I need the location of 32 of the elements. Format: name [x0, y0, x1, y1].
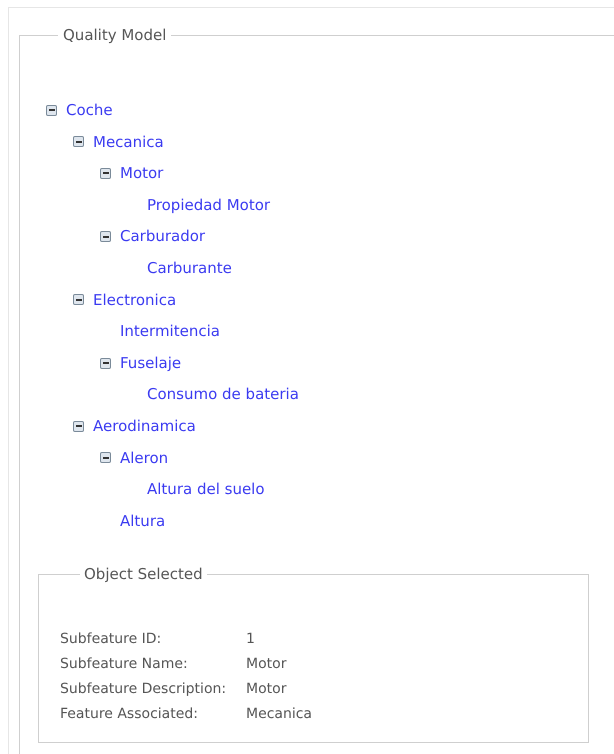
field-value: Motor — [246, 655, 286, 674]
field-label: Subfeature Name: — [60, 655, 189, 674]
field-label: Feature Associated: — [60, 705, 199, 724]
tree-item[interactable]: Coche — [66, 99, 113, 122]
collapse-icon[interactable] — [46, 104, 57, 116]
tree-item[interactable]: Consumo de bateria — [147, 383, 299, 406]
field-label: Subfeature ID: — [60, 630, 162, 650]
collapse-icon[interactable] — [73, 294, 84, 306]
field-value: Motor — [246, 680, 286, 700]
tree-item[interactable]: Aleron — [120, 446, 168, 470]
field-value: 1 — [246, 630, 255, 650]
tree-item[interactable]: Intermitencia — [120, 320, 220, 343]
tree-item[interactable]: Carburador — [120, 225, 206, 248]
collapse-icon[interactable] — [100, 168, 111, 179]
tree-item[interactable]: Altura del suelo — [147, 478, 265, 501]
collapse-icon[interactable] — [100, 358, 111, 369]
tree-item[interactable]: Propiedad Motor — [147, 194, 270, 216]
tree-item[interactable]: Electronica — [93, 288, 176, 312]
tree-item[interactable]: Altura — [120, 510, 166, 532]
panel-title: Quality Model — [62, 25, 168, 46]
field-label: Subfeature Description: — [60, 680, 228, 700]
tree-item[interactable]: Mecanica — [93, 130, 164, 154]
collapse-icon[interactable] — [100, 231, 111, 242]
tree-item[interactable]: Carburante — [147, 257, 232, 280]
panel-title: Object Selected — [83, 564, 204, 585]
field-value: Mecanica — [246, 705, 312, 724]
tree-item[interactable]: Motor — [120, 162, 164, 185]
tree-item[interactable]: Aerodinamica — [93, 414, 196, 438]
collapse-icon[interactable] — [100, 452, 111, 464]
tree-item[interactable]: Fuselaje — [120, 352, 182, 374]
collapse-icon[interactable] — [73, 136, 84, 148]
collapse-icon[interactable] — [73, 420, 84, 432]
